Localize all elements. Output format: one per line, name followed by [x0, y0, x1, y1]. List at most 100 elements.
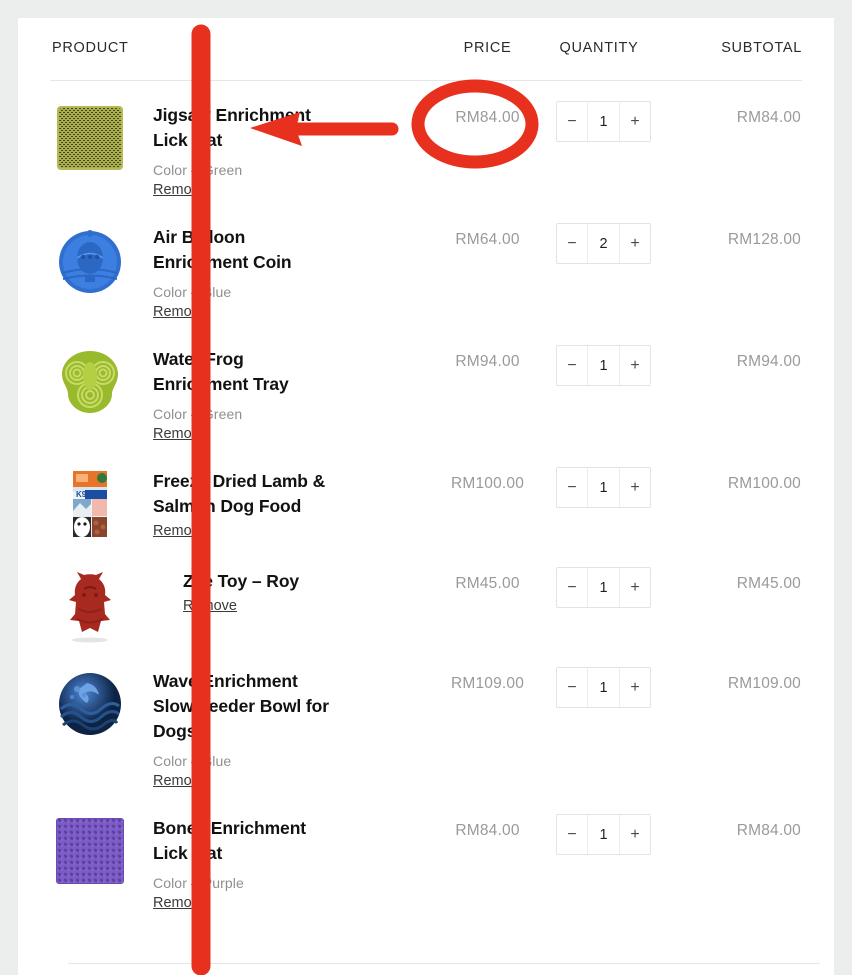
quantity-value[interactable]: 1 — [587, 668, 620, 707]
table-row: Jigsaw Enrichment Lick Mat Color – Green R… — [50, 81, 802, 204]
zee-toy-roy-red-thumbnail — [51, 565, 129, 643]
cart-table-header-row: PRODUCT PRICE QUANTITY SUBTOTAL — [50, 18, 802, 81]
quantity-value[interactable]: 1 — [587, 468, 620, 507]
subtotal-cell: RM45.00 — [736, 575, 801, 592]
quantity-cell: −1 + — [555, 447, 695, 547]
price-cell: RM84.00 — [455, 822, 520, 839]
increase-quantity-button[interactable]: + — [620, 346, 650, 385]
product-name[interactable]: Air Balloon Enrichment Coin — [153, 225, 338, 275]
product-cell: Bones Enrichment Lick Mat Color – Purple R… — [50, 794, 420, 916]
quantity-value[interactable]: 1 — [587, 568, 620, 607]
product-cell: Zee Toy – Roy Remove — [50, 547, 420, 647]
price-cell: RM84.00 — [455, 109, 520, 126]
product-name[interactable]: Bones Enrichment Lick Mat — [153, 816, 338, 866]
quantity-stepper[interactable]: −1 + — [556, 567, 651, 608]
cart-items-table: PRODUCT PRICE QUANTITY SUBTOTAL Jigsaw E… — [50, 18, 802, 916]
cart-table-wrapper: PRODUCT PRICE QUANTITY SUBTOTAL Jigsaw E… — [18, 18, 834, 916]
quantity-value[interactable]: 2 — [587, 224, 620, 263]
price-cell: RM100.00 — [450, 475, 525, 492]
remove-item-link[interactable]: Remove — [153, 182, 207, 198]
column-header-quantity: QUANTITY — [555, 18, 695, 81]
product-variant: Color – Blue — [153, 284, 232, 300]
product-cell: Wave Enrichment Slow Feeder Bowl for Dog… — [50, 647, 420, 794]
subtotal-cell: RM84.00 — [736, 822, 801, 839]
table-row: Bones Enrichment Lick Mat Color – Purple R… — [50, 794, 802, 916]
quantity-stepper[interactable]: −1 + — [556, 345, 651, 386]
subtotal-cell: RM84.00 — [736, 109, 801, 126]
quantity-stepper[interactable]: −1 + — [556, 814, 651, 855]
increase-quantity-button[interactable]: + — [620, 568, 650, 607]
column-header-product: PRODUCT — [50, 18, 420, 81]
k9-natural-dog-food-pouch-thumbnail: K9 — [51, 465, 129, 543]
increase-quantity-button[interactable]: + — [620, 668, 650, 707]
quantity-value[interactable]: 1 — [587, 102, 620, 141]
air-balloon-coin-blue-thumbnail — [51, 221, 129, 299]
bones-lick-mat-purple-thumbnail — [51, 812, 129, 890]
quantity-stepper[interactable]: −1 + — [556, 101, 651, 142]
product-name[interactable]: Wave Enrichment Slow Feeder Bowl for Dog… — [153, 669, 338, 744]
subtotal-cell: RM100.00 — [727, 475, 801, 492]
column-header-subtotal: SUBTOTAL — [695, 18, 802, 81]
table-row: K9 Freeze Dried Lamb & Salmon Dog Food Re… — [50, 447, 802, 547]
quantity-value[interactable]: 1 — [587, 815, 620, 854]
remove-item-link[interactable]: Remove — [153, 523, 207, 539]
product-variant: Color – Green — [153, 406, 243, 422]
quantity-stepper[interactable]: −1 + — [556, 667, 651, 708]
subtotal-cell: RM94.00 — [736, 353, 801, 370]
product-cell: Water Frog Enrichment Tray Color – Green R… — [50, 325, 420, 447]
price-cell: RM45.00 — [455, 575, 520, 592]
product-cell: Air Balloon Enrichment Coin Color – Blue R… — [50, 203, 420, 325]
product-name[interactable]: Zee Toy – Roy — [183, 569, 299, 594]
product-variant: Color – Blue — [153, 753, 232, 769]
increase-quantity-button[interactable]: + — [620, 815, 650, 854]
quantity-cell: −1 + — [555, 647, 695, 794]
product-variant: Color – Purple — [153, 875, 244, 891]
remove-item-link[interactable]: Remove — [153, 304, 207, 320]
remove-item-link[interactable]: Remove — [153, 773, 207, 789]
product-name[interactable]: Freeze Dried Lamb & Salmon Dog Food — [153, 469, 338, 519]
cart-bottom-divider — [68, 963, 820, 964]
subtotal-cell: RM128.00 — [727, 231, 801, 248]
table-row: Wave Enrichment Slow Feeder Bowl for Dog… — [50, 647, 802, 794]
quantity-cell: −1 + — [555, 794, 695, 916]
decrease-quantity-button[interactable]: − — [557, 668, 587, 707]
increase-quantity-button[interactable]: + — [620, 102, 650, 141]
table-row: Water Frog Enrichment Tray Color – Green R… — [50, 325, 802, 447]
product-cell: K9 Freeze Dried Lamb & Salmon Dog Food Re… — [50, 447, 420, 547]
remove-item-link[interactable]: Remove — [153, 426, 207, 442]
increase-quantity-button[interactable]: + — [620, 468, 650, 507]
quantity-stepper[interactable]: −2 + — [556, 223, 651, 264]
quantity-stepper[interactable]: −1 + — [556, 467, 651, 508]
subtotal-cell: RM109.00 — [727, 675, 801, 692]
quantity-cell: −2 + — [555, 203, 695, 325]
decrease-quantity-button[interactable]: − — [557, 346, 587, 385]
wave-slow-feeder-bowl-blue-thumbnail — [51, 665, 129, 743]
column-header-price: PRICE — [420, 18, 555, 81]
table-row: Zee Toy – Roy Remove RM45.00 −1 + RM45.00 — [50, 547, 802, 647]
remove-item-link[interactable]: Remove — [183, 598, 237, 614]
cart-table-body: Jigsaw Enrichment Lick Mat Color – Green R… — [50, 81, 802, 917]
product-name[interactable]: Jigsaw Enrichment Lick Mat — [153, 103, 338, 153]
product-name[interactable]: Water Frog Enrichment Tray — [153, 347, 338, 397]
decrease-quantity-button[interactable]: − — [557, 468, 587, 507]
product-variant: Color – Green — [153, 162, 243, 178]
water-frog-tray-green-thumbnail — [51, 343, 129, 421]
cart-table-head: PRODUCT PRICE QUANTITY SUBTOTAL — [50, 18, 802, 81]
quantity-cell: −1 + — [555, 81, 695, 204]
quantity-cell: −1 + — [555, 325, 695, 447]
cart-card: PRODUCT PRICE QUANTITY SUBTOTAL Jigsaw E… — [18, 18, 834, 975]
quantity-value[interactable]: 1 — [587, 346, 620, 385]
decrease-quantity-button[interactable]: − — [557, 815, 587, 854]
price-cell: RM94.00 — [455, 353, 520, 370]
price-cell: RM64.00 — [455, 231, 520, 248]
jigsaw-lick-mat-green-thumbnail — [51, 99, 129, 177]
table-row: Air Balloon Enrichment Coin Color – Blue R… — [50, 203, 802, 325]
decrease-quantity-button[interactable]: − — [557, 102, 587, 141]
decrease-quantity-button[interactable]: − — [557, 224, 587, 263]
product-cell: Jigsaw Enrichment Lick Mat Color – Green R… — [50, 81, 420, 204]
price-cell: RM109.00 — [450, 675, 525, 692]
remove-item-link[interactable]: Remove — [153, 895, 207, 911]
decrease-quantity-button[interactable]: − — [557, 568, 587, 607]
quantity-cell: −1 + — [555, 547, 695, 647]
increase-quantity-button[interactable]: + — [620, 224, 650, 263]
